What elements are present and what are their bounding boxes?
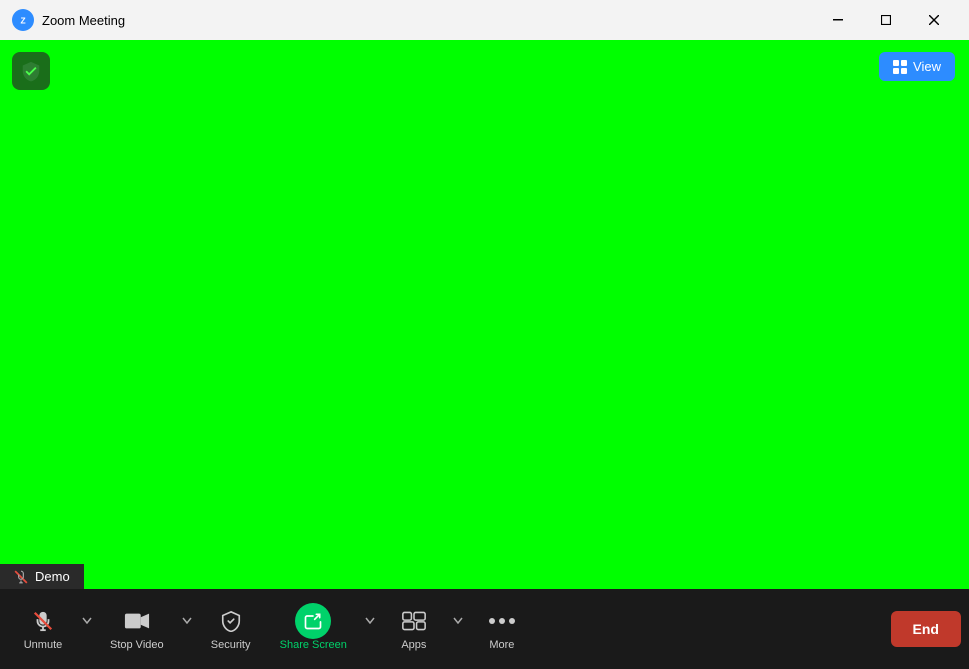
share-screen-label: Share Screen: [280, 639, 347, 651]
window-controls: [815, 0, 957, 40]
svg-text:Z: Z: [20, 16, 25, 26]
security-label: Security: [211, 639, 251, 651]
stop-video-chevron[interactable]: [178, 606, 196, 634]
view-button[interactable]: View: [879, 52, 955, 81]
unmute-group: Unmute: [8, 601, 96, 657]
unmute-label: Unmute: [24, 639, 63, 651]
unmute-chevron[interactable]: [78, 606, 96, 634]
close-button[interactable]: [911, 0, 957, 40]
apps-icon: [402, 607, 426, 635]
stop-video-label: Stop Video: [110, 639, 164, 651]
demo-label: Demo: [0, 564, 84, 589]
stop-video-button[interactable]: Stop Video: [96, 601, 178, 657]
end-button[interactable]: End: [891, 611, 961, 647]
unmute-button[interactable]: Unmute: [8, 601, 78, 657]
apps-chevron[interactable]: [449, 606, 467, 634]
mic-icon: [32, 607, 54, 635]
share-screen-chevron[interactable]: [361, 606, 379, 634]
more-button[interactable]: More: [467, 601, 537, 657]
window-title: Zoom Meeting: [42, 13, 815, 28]
more-group: More: [467, 601, 537, 657]
title-bar: Z Zoom Meeting: [0, 0, 969, 40]
view-label: View: [913, 59, 941, 74]
meeting-area: View Demo: [0, 40, 969, 589]
maximize-button[interactable]: [863, 0, 909, 40]
apps-button[interactable]: Apps: [379, 601, 449, 657]
security-group: Security: [196, 601, 266, 657]
minimize-button[interactable]: [815, 0, 861, 40]
stop-video-group: Stop Video: [96, 601, 196, 657]
apps-group: Apps: [379, 601, 467, 657]
share-screen-icon: [295, 607, 331, 635]
demo-text: Demo: [35, 569, 70, 584]
more-icon: [488, 607, 516, 635]
shield-badge: [12, 52, 50, 90]
share-screen-group: Share Screen: [266, 601, 379, 657]
security-button[interactable]: Security: [196, 601, 266, 657]
toolbar: Unmute Stop Video: [0, 589, 969, 669]
shield-icon: [220, 607, 242, 635]
apps-label: Apps: [401, 639, 426, 651]
zoom-logo-icon: Z: [12, 9, 34, 31]
more-label: More: [489, 639, 514, 651]
share-screen-button[interactable]: Share Screen: [266, 601, 361, 657]
video-icon: [124, 607, 150, 635]
